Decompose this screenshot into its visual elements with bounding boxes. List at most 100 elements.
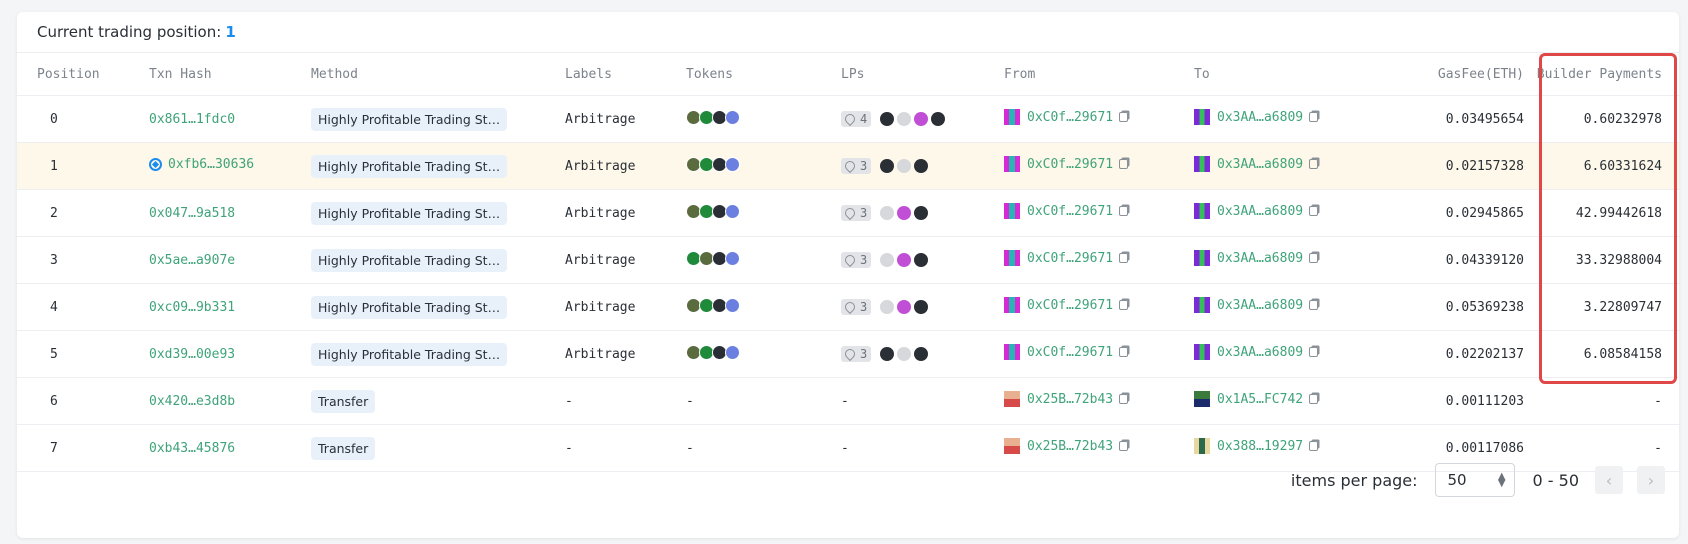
location-pin-icon <box>842 252 858 267</box>
lp-icons: 3 <box>841 298 929 315</box>
method-tag: Highly Profitable Trading St… <box>311 248 508 272</box>
from-address-link[interactable]: 0xC0f…29671 <box>1027 110 1113 125</box>
copy-icon[interactable] <box>1119 159 1129 169</box>
txn-hash-link[interactable]: 0x5ae…a907e <box>149 253 235 268</box>
to-avatar <box>1194 344 1210 360</box>
table-header-row: Position Txn Hash Method Labels Tokens L… <box>17 53 1679 96</box>
from-address-link[interactable]: 0xC0f…29671 <box>1027 157 1113 172</box>
copy-icon[interactable] <box>1119 300 1129 310</box>
to-address-link[interactable]: 0x3AA…a6809 <box>1217 345 1303 360</box>
to-avatar <box>1194 297 1210 313</box>
copy-icon[interactable] <box>1119 347 1129 357</box>
copy-icon[interactable] <box>1309 112 1319 122</box>
chevron-right-icon: › <box>1647 470 1655 490</box>
table-row[interactable]: 4 0xc09…9b331 Highly Profitable Trading … <box>17 283 1679 331</box>
uniswap-icon <box>880 158 895 173</box>
tokens-cell: - <box>686 377 841 425</box>
table-row[interactable]: 5 0xd39…00e93 Highly Profitable Trading … <box>17 330 1679 378</box>
token-icons <box>686 109 740 125</box>
from-address-link[interactable]: 0xC0f…29671 <box>1027 298 1113 313</box>
copy-icon[interactable] <box>1309 159 1319 169</box>
method-tag: Highly Profitable Trading St… <box>311 201 508 225</box>
to-avatar <box>1194 250 1210 266</box>
txn-hash-link[interactable]: 0x420…e3d8b <box>149 394 235 409</box>
copy-icon[interactable] <box>1119 112 1129 122</box>
txn-hash-link[interactable]: 0x861…1fdc0 <box>149 112 235 127</box>
txn-hash-link[interactable]: 0xfb6…30636 <box>168 157 254 172</box>
copy-icon[interactable] <box>1119 394 1129 404</box>
table-row[interactable]: 6 0x420…e3d8b Transfer - - - 0x25B…72b43… <box>17 377 1679 425</box>
txn-hash-link[interactable]: 0x047…9a518 <box>149 206 235 221</box>
lp-count: 4 <box>860 111 868 126</box>
position-cell: 2 <box>17 189 149 237</box>
next-page-button[interactable]: › <box>1637 466 1665 494</box>
position-cell: 4 <box>17 283 149 331</box>
copy-icon[interactable] <box>1119 253 1129 263</box>
copy-icon[interactable] <box>1309 253 1319 263</box>
curve-icon <box>897 346 912 361</box>
location-pin-icon <box>842 205 858 220</box>
to-address-link[interactable]: 0x1A5…FC742 <box>1217 392 1303 407</box>
from-address-link[interactable]: 0xC0f…29671 <box>1027 204 1113 219</box>
table-row[interactable]: 2 0x047…9a518 Highly Profitable Trading … <box>17 189 1679 237</box>
copy-icon[interactable] <box>1309 394 1319 404</box>
col-position: Position <box>37 66 100 82</box>
trading-position-header: Current trading position: 1 <box>17 12 1679 53</box>
eth-token-icon <box>725 109 740 125</box>
col-txn-hash: Txn Hash <box>149 66 212 82</box>
to-address-link[interactable]: 0x3AA…a6809 <box>1217 298 1303 313</box>
pancake-icon <box>897 252 912 267</box>
builder-payment-cell: 6.60331624 <box>1524 142 1679 190</box>
select-arrows-icon: ▲ ▼ <box>1497 471 1506 489</box>
items-per-page-value: 50 <box>1447 471 1467 489</box>
from-address-link[interactable]: 0x25B…72b43 <box>1027 392 1113 407</box>
col-labels: Labels <box>565 66 612 82</box>
copy-icon[interactable] <box>1119 206 1129 216</box>
lp-count-badge: 3 <box>841 345 872 362</box>
uniswap-icon <box>931 111 946 126</box>
lp-count-badge: 3 <box>841 157 872 174</box>
lp-count: 3 <box>860 205 868 220</box>
table-row-current[interactable]: 1 0xfb6…30636 Highly Profitable Trading … <box>17 142 1679 190</box>
from-address-link[interactable]: 0xC0f…29671 <box>1027 251 1113 266</box>
lp-count-badge: 3 <box>841 204 872 221</box>
position-cell: 0 <box>17 95 149 143</box>
to-avatar <box>1194 203 1210 219</box>
method-tag: Highly Profitable Trading St… <box>311 154 508 178</box>
builder-payment-cell: 42.99442618 <box>1524 189 1679 237</box>
location-pin-icon <box>842 299 858 314</box>
to-address-link[interactable]: 0x3AA…a6809 <box>1217 157 1303 172</box>
token-icons <box>686 156 740 172</box>
lp-count: 3 <box>860 158 868 173</box>
prev-page-button[interactable]: ‹ <box>1595 466 1623 494</box>
to-address-link[interactable]: 0x3AA…a6809 <box>1217 110 1303 125</box>
txn-hash-link[interactable]: 0xd39…00e93 <box>149 347 235 362</box>
table-row[interactable]: 0 0x861…1fdc0 Highly Profitable Trading … <box>17 95 1679 143</box>
curve-icon <box>880 299 895 314</box>
table-row[interactable]: 3 0x5ae…a907e Highly Profitable Trading … <box>17 236 1679 284</box>
lp-count: 3 <box>860 346 868 361</box>
from-address-link[interactable]: 0xC0f…29671 <box>1027 345 1113 360</box>
copy-icon[interactable] <box>1309 206 1319 216</box>
to-address-link[interactable]: 0x3AA…a6809 <box>1217 204 1303 219</box>
copy-icon[interactable] <box>1309 347 1319 357</box>
txn-hash-link[interactable]: 0xc09…9b331 <box>149 300 235 315</box>
copy-icon[interactable] <box>1309 300 1319 310</box>
method-tag: Highly Profitable Trading St… <box>311 342 508 366</box>
to-avatar <box>1194 391 1210 407</box>
builder-payment-cell: - <box>1524 377 1679 425</box>
to-address-link[interactable]: 0x3AA…a6809 <box>1217 251 1303 266</box>
uniswap-icon <box>914 205 929 220</box>
items-per-page-select[interactable]: 50 ▲ ▼ <box>1434 463 1515 497</box>
label-cell: Arbitrage <box>565 189 686 237</box>
transactions-table: Position Txn Hash Method Labels Tokens L… <box>17 53 1679 472</box>
page-range: 0 - 50 <box>1532 470 1579 490</box>
from-avatar <box>1004 391 1020 407</box>
to-avatar <box>1194 109 1210 125</box>
eth-token-icon <box>725 250 740 266</box>
eth-token-icon <box>725 203 740 219</box>
to-avatar <box>1194 156 1210 172</box>
lp-icons: 3 <box>841 157 929 174</box>
method-tag: Transfer <box>311 389 376 413</box>
label-cell: Arbitrage <box>565 95 686 143</box>
